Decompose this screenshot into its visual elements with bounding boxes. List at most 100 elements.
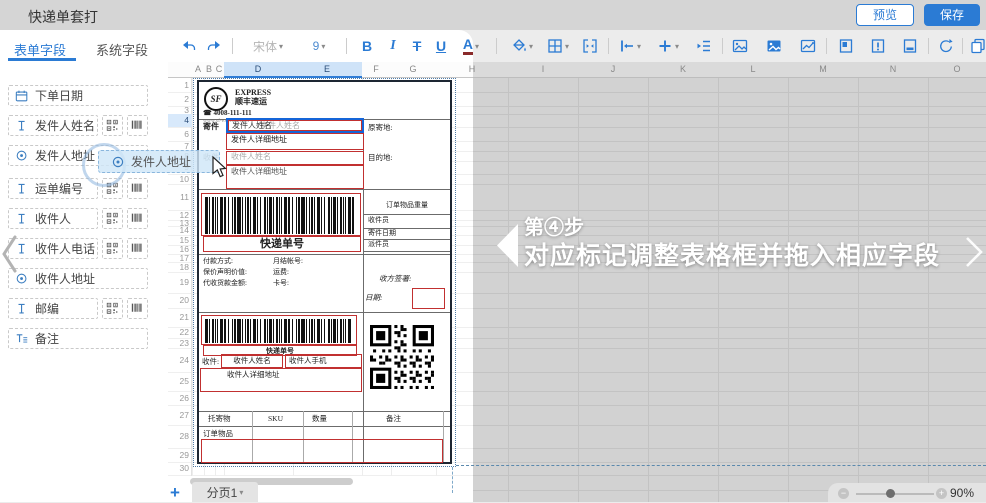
field-qr-option-收件人电话[interactable] — [102, 238, 123, 259]
add-page-button[interactable]: + — [170, 483, 180, 503]
column-header-C[interactable]: C — [216, 64, 223, 74]
refresh-button[interactable] — [934, 30, 958, 62]
barcode1-box[interactable] — [201, 193, 361, 236]
recipient-top-address-box[interactable]: 收件人详细地址 — [226, 165, 364, 189]
row-header-21[interactable]: 21 — [168, 312, 189, 322]
row-header-22[interactable]: 22 — [168, 327, 189, 337]
font-select[interactable]: 宋体▾ — [240, 30, 296, 62]
fill-color-button[interactable]: ▾ — [506, 30, 538, 62]
sidebar-item-下单日期[interactable]: 下单日期 — [8, 85, 148, 106]
row-header-28[interactable]: 28 — [168, 431, 189, 441]
row-header-23[interactable]: 23 — [168, 338, 189, 348]
sidebar-item-收件人电话[interactable]: 收件人电话 — [8, 238, 98, 259]
underline-button[interactable]: U — [430, 30, 452, 62]
column-header-L[interactable]: L — [750, 64, 755, 74]
tab-form-fields[interactable]: 表单字段 — [14, 40, 66, 59]
page-tab[interactable]: 分页1 ▾ — [192, 482, 258, 502]
recipient-name-field[interactable]: 收件人姓名 — [221, 354, 283, 368]
align-button[interactable]: ▾ — [614, 30, 646, 62]
column-header-J[interactable]: J — [611, 64, 616, 74]
column-header-O[interactable]: O — [953, 64, 960, 74]
column-header-K[interactable]: K — [680, 64, 686, 74]
waybill1-label-box[interactable]: 快递单号 — [203, 236, 361, 252]
field-barcode-option-运单编号[interactable] — [127, 178, 148, 199]
zoom-slider-handle[interactable] — [886, 489, 895, 498]
recipient-top-name-box[interactable]: 收件人姓名 — [226, 151, 364, 165]
date-field-box[interactable] — [412, 288, 445, 309]
row-header-6[interactable]: 6 — [168, 129, 189, 139]
sidebar-item-邮编[interactable]: 邮编 — [8, 298, 98, 319]
image-button[interactable] — [728, 30, 752, 62]
row-header-30[interactable]: 30 — [168, 463, 189, 473]
row-header-19[interactable]: 19 — [168, 277, 189, 287]
align-top-button[interactable] — [834, 30, 858, 62]
row-header-24[interactable]: 24 — [168, 355, 189, 365]
column-header-I[interactable]: I — [542, 64, 545, 74]
insert-button[interactable]: ▾ — [652, 30, 684, 62]
sidebar-item-发件人姓名[interactable]: 发件人姓名 — [8, 115, 98, 136]
zoom-in-button[interactable]: + — [936, 488, 947, 499]
sidebar-item-收件人地址[interactable]: 收件人地址 — [8, 268, 148, 289]
overlay-next-arrow-icon[interactable] — [963, 235, 985, 269]
column-header-M[interactable]: M — [819, 64, 827, 74]
column-header-B[interactable]: B — [206, 64, 212, 74]
order-items-field[interactable] — [201, 439, 443, 463]
bold-button[interactable]: B — [356, 30, 378, 62]
collapse-sidebar-icon[interactable] — [0, 233, 20, 275]
row-header-4[interactable]: 4 — [168, 115, 189, 125]
font-size-select[interactable]: 9▾ — [300, 30, 338, 62]
row-header-27[interactable]: 27 — [168, 410, 189, 420]
sidebar-item-收件人[interactable]: 收件人 — [8, 208, 98, 229]
merge-cells-button[interactable] — [578, 30, 602, 62]
italic-button[interactable]: I — [382, 30, 404, 62]
align-middle-button[interactable] — [866, 30, 890, 62]
barcode2-box[interactable] — [201, 315, 357, 345]
recipient-address-field[interactable]: 收件人详细地址 — [200, 368, 362, 392]
row-header-10[interactable]: 10 — [168, 174, 189, 184]
copy-button[interactable] — [966, 30, 986, 62]
zoom-out-button[interactable]: − — [838, 488, 849, 499]
row-header-1[interactable]: 1 — [168, 80, 189, 90]
row-header-2[interactable]: 2 — [168, 94, 189, 104]
column-header-A[interactable]: A — [195, 64, 201, 74]
column-header-G[interactable]: G — [409, 64, 416, 74]
column-header-F[interactable]: F — [373, 64, 379, 74]
field-barcode-option-收件人[interactable] — [127, 208, 148, 229]
zoom-slider-track[interactable] — [856, 493, 934, 495]
field-qr-option-邮编[interactable] — [102, 298, 123, 319]
image-chart-button[interactable] — [796, 30, 820, 62]
image-filled-button[interactable] — [762, 30, 786, 62]
column-header-H[interactable]: H — [469, 64, 476, 74]
row-header-25[interactable]: 25 — [168, 376, 189, 386]
row-header-20[interactable]: 20 — [168, 295, 189, 305]
undo-button[interactable] — [178, 30, 200, 62]
font-color-button[interactable]: A▾ — [454, 30, 488, 62]
column-header-E[interactable]: E — [324, 64, 330, 74]
row-header-14[interactable]: 14 — [168, 225, 189, 235]
recipient-phone-field[interactable]: 收件人手机 — [285, 354, 362, 368]
redo-button[interactable] — [203, 30, 225, 62]
field-barcode-option-发件人姓名[interactable] — [127, 115, 148, 136]
indent-button[interactable] — [692, 30, 716, 62]
row-header-18[interactable]: 18 — [168, 262, 189, 272]
row-header-3[interactable]: 3 — [168, 105, 189, 115]
field-qr-option-收件人[interactable] — [102, 208, 123, 229]
field-barcode-option-收件人电话[interactable] — [127, 238, 148, 259]
column-header-N[interactable]: N — [890, 64, 897, 74]
overlay-prev-arrow-icon[interactable] — [497, 224, 518, 267]
sidebar-item-备注[interactable]: 备注 — [8, 328, 148, 349]
preview-button[interactable]: 预览 — [856, 4, 914, 26]
row-header-29[interactable]: 29 — [168, 450, 189, 460]
sender-address-field[interactable]: 发件人详细地址 — [226, 133, 364, 150]
strikethrough-button[interactable]: T — [406, 30, 428, 62]
tab-system-fields[interactable]: 系统字段 — [96, 40, 148, 59]
field-qr-option-发件人姓名[interactable] — [102, 115, 123, 136]
save-button[interactable]: 保存 — [924, 4, 980, 26]
column-header-D[interactable]: D — [255, 64, 262, 74]
row-header-11[interactable]: 11 — [168, 192, 189, 202]
field-barcode-option-邮编[interactable] — [127, 298, 148, 319]
align-bottom-button[interactable] — [898, 30, 922, 62]
row-header-26[interactable]: 26 — [168, 393, 189, 403]
borders-button[interactable]: ▾ — [542, 30, 574, 62]
sidebar-item-运单编号[interactable]: 运单编号 — [8, 178, 98, 199]
